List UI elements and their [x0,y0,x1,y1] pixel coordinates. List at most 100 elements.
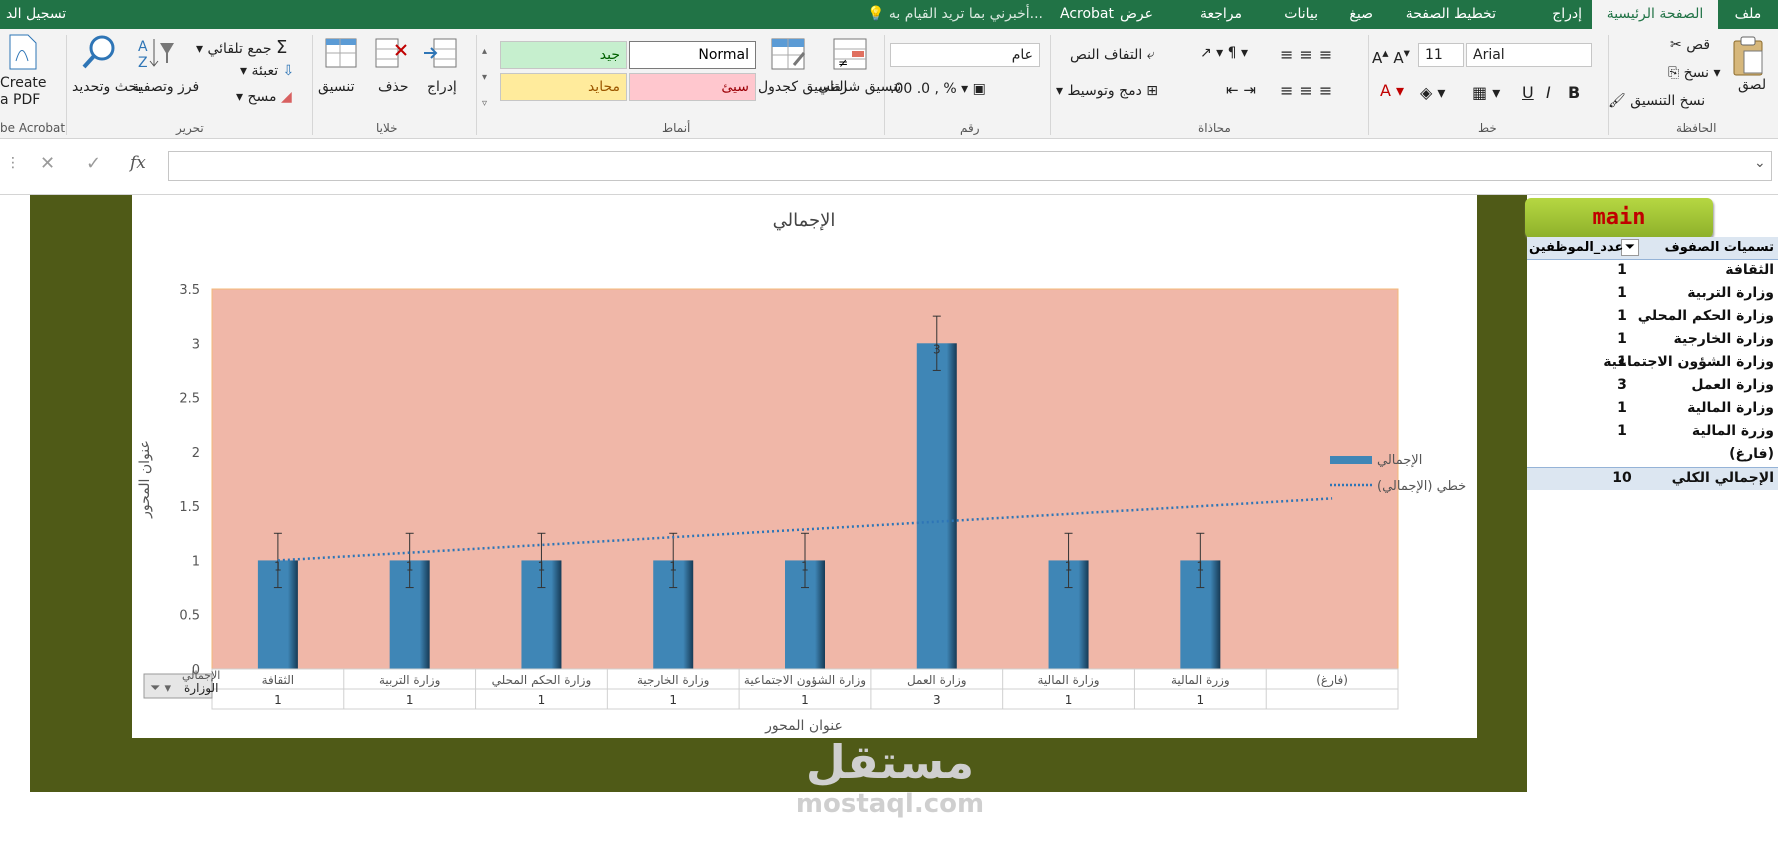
main-button[interactable]: main [1525,198,1713,238]
insert-cells-button[interactable]: إدراج [427,79,457,95]
create-pdf-line1: Create [0,75,47,91]
pivot-row-value: 1 [1617,331,1627,347]
merge-center-button[interactable]: ▾ دمج وتوسيط ⊞ [1056,83,1158,99]
pivot-row[interactable]: وزارة التربية 1 [1527,283,1778,306]
y-tick-label: 1.5 [179,500,200,515]
autosum-button[interactable]: ▾ جمع تلقائي Σ [196,37,287,58]
copy-icon: ⎘ [1668,65,1680,81]
sort-filter-label: فرز وتصفية [132,79,200,95]
sort-filter-icon[interactable]: AZ [136,35,176,75]
pivot-filter-icon[interactable]: ⏷ [1621,239,1639,256]
font-color-icon[interactable]: A ▾ [1380,81,1404,100]
chart-title: الإجمالي [773,210,836,231]
format-table-icon[interactable] [768,35,808,77]
pivot-row[interactable]: وزارة العمل 3 [1527,375,1778,398]
svg-text:A: A [138,39,148,55]
borders-icon[interactable]: ▦ ▾ [1472,83,1500,102]
find-select-button[interactable]: بحث وتحديد [72,79,141,96]
confirm-entry-icon[interactable]: ✓ [86,153,101,174]
fill-color-icon[interactable]: ◈ ▾ [1420,83,1445,102]
y-tick-label: 3.5 [179,283,200,298]
format-cells-button[interactable]: تنسيق [318,79,355,95]
pivot-row-label: وزارة الحكم المحلي [1637,308,1774,324]
create-pdf-button[interactable]: Create a PDF [0,75,47,109]
sort-filter-button[interactable]: فرز وتصفية [132,79,199,96]
orientation-icon[interactable]: ↗ ▾ ¶ ▾ [1200,45,1248,61]
font-name-dropdown[interactable]: Arial [1466,43,1592,67]
tab-insert[interactable]: إدراج [1552,0,1582,29]
pivot-table[interactable]: تسميات الصفوف ⏷ عدد_الموظفين الثقافة 1 وزا… [1527,237,1778,490]
font-grow-icon[interactable]: A▴ A▾ [1372,45,1410,67]
merge-center-label: دمج وتوسيط [1067,83,1142,99]
paste-icon[interactable] [1730,35,1766,81]
fill-button[interactable]: ▾ تعبئة ⇩ [240,63,294,79]
format-painter-button[interactable]: 🖌 نسخ التنسيق [1608,93,1705,109]
pivot-row[interactable]: وزارة الخارجية 1 [1527,329,1778,352]
format-painter-label: نسخ التنسيق [1630,93,1706,109]
style-neutral[interactable]: محايد [500,73,627,101]
delete-cells-icon[interactable] [372,35,410,75]
filter-icon: ⏷ ▾ [150,681,172,696]
style-good[interactable]: جيد [500,41,627,69]
filter-field-label: الوزارة [184,681,218,696]
tab-home[interactable]: الصفحة الرئيسية [1592,0,1718,29]
clear-button[interactable]: ▾ مسح ◢ [236,89,292,105]
format-cells-icon[interactable] [322,35,360,75]
pivot-row[interactable]: (فارغ) [1527,444,1778,467]
pivot-header: تسميات الصفوف ⏷ عدد_الموظفين [1527,237,1778,260]
copy-button[interactable]: ⎘ نسخ ▾ [1668,65,1721,81]
formula-input[interactable] [168,151,1772,181]
y-axis-title: عنوان المحور [137,440,153,519]
pivot-row[interactable]: وزارة الحكم المحلي 1 [1527,306,1778,329]
cancel-entry-icon[interactable]: ✕ [40,153,55,174]
style-bad[interactable]: سيئ [629,73,756,101]
paste-button[interactable]: لصق [1738,77,1766,93]
bold-button[interactable]: B [1568,83,1580,102]
pivot-row[interactable]: وزارة الشؤون الاجتماعية 1 [1527,352,1778,375]
legend-series-label[interactable]: الإجمالي [1377,453,1422,468]
group-cells: خلايا [376,121,398,135]
pivot-row[interactable]: الثقافة 1 [1527,260,1778,283]
pivot-row-label: وزرة المالية [1691,423,1774,439]
data-label: 1 [1197,559,1205,573]
tell-me-search[interactable]: 💡 أخبرني بما تريد القيام به... [867,0,1043,29]
wrap-text-button[interactable]: التفاف النص ⤶ [1070,47,1155,63]
tab-file[interactable]: ملف [1718,0,1778,29]
brush-icon: 🖌 [1608,93,1626,109]
styles-scroll-icon[interactable]: ▴ ▾ ▿ [482,39,487,117]
data-label: 3 [933,342,941,356]
vertical-align-icons[interactable]: ≡≡≡ [1280,45,1338,64]
pivot-chart[interactable]: 0 0.5 1 1.5 2 2.5 3 3.5 11111311 الثقافة 1 وزارة … [132,195,1477,738]
conditional-format-icon[interactable]: ≠ [830,35,870,77]
insert-cells-icon[interactable] [422,35,460,75]
create-pdf-icon[interactable] [6,33,40,75]
sign-in-link[interactable]: تسجيل الد [6,0,66,29]
find-icon[interactable] [80,33,120,75]
italic-button[interactable]: I [1546,83,1551,102]
worksheet[interactable]: 0 0.5 1 1.5 2 2.5 3 3.5 11111311 الثقافة 1 وزارة … [0,195,1778,852]
delete-cells-button[interactable]: حذف [378,79,409,95]
tab-review[interactable]: مراجعة [1200,0,1242,29]
pivot-row[interactable]: وزارة المالية 1 [1527,398,1778,421]
tab-view[interactable]: عرض [1120,0,1153,29]
underline-button[interactable]: U [1522,83,1534,102]
namebox-handle-icon[interactable]: ⋮ [6,155,20,171]
indent-icons[interactable]: ⇤ ⇥ [1226,81,1256,99]
format-table-button[interactable]: التنسيق كجدول [758,79,847,95]
pivot-row-value: 3 [1617,377,1627,393]
style-normal[interactable]: Normal [629,41,756,69]
tab-data[interactable]: بيانات [1284,0,1318,29]
merge-icon: ⊞ [1146,83,1159,99]
horizontal-align-icons[interactable]: ≡≡≡ [1280,81,1338,100]
number-format-icons[interactable]: .00 .0 , % ▾ ▣ [890,81,986,97]
number-format-dropdown[interactable]: عام [890,43,1040,67]
expand-formula-icon[interactable]: ⌄ [1754,155,1766,171]
font-size-dropdown[interactable]: 11 [1418,43,1464,67]
insert-function-button[interactable]: fx [130,153,146,173]
tab-acrobat[interactable]: Acrobat [1052,0,1122,29]
tab-page-layout[interactable]: تخطيط الصفحة [1406,0,1496,29]
tab-formulas[interactable]: صيغ [1349,0,1373,29]
pivot-row[interactable]: وزرة المالية 1 [1527,421,1778,444]
legend-trend-label[interactable]: خطي (الإجمالي) [1377,479,1466,494]
cut-button[interactable]: ✂ قص [1670,37,1710,53]
